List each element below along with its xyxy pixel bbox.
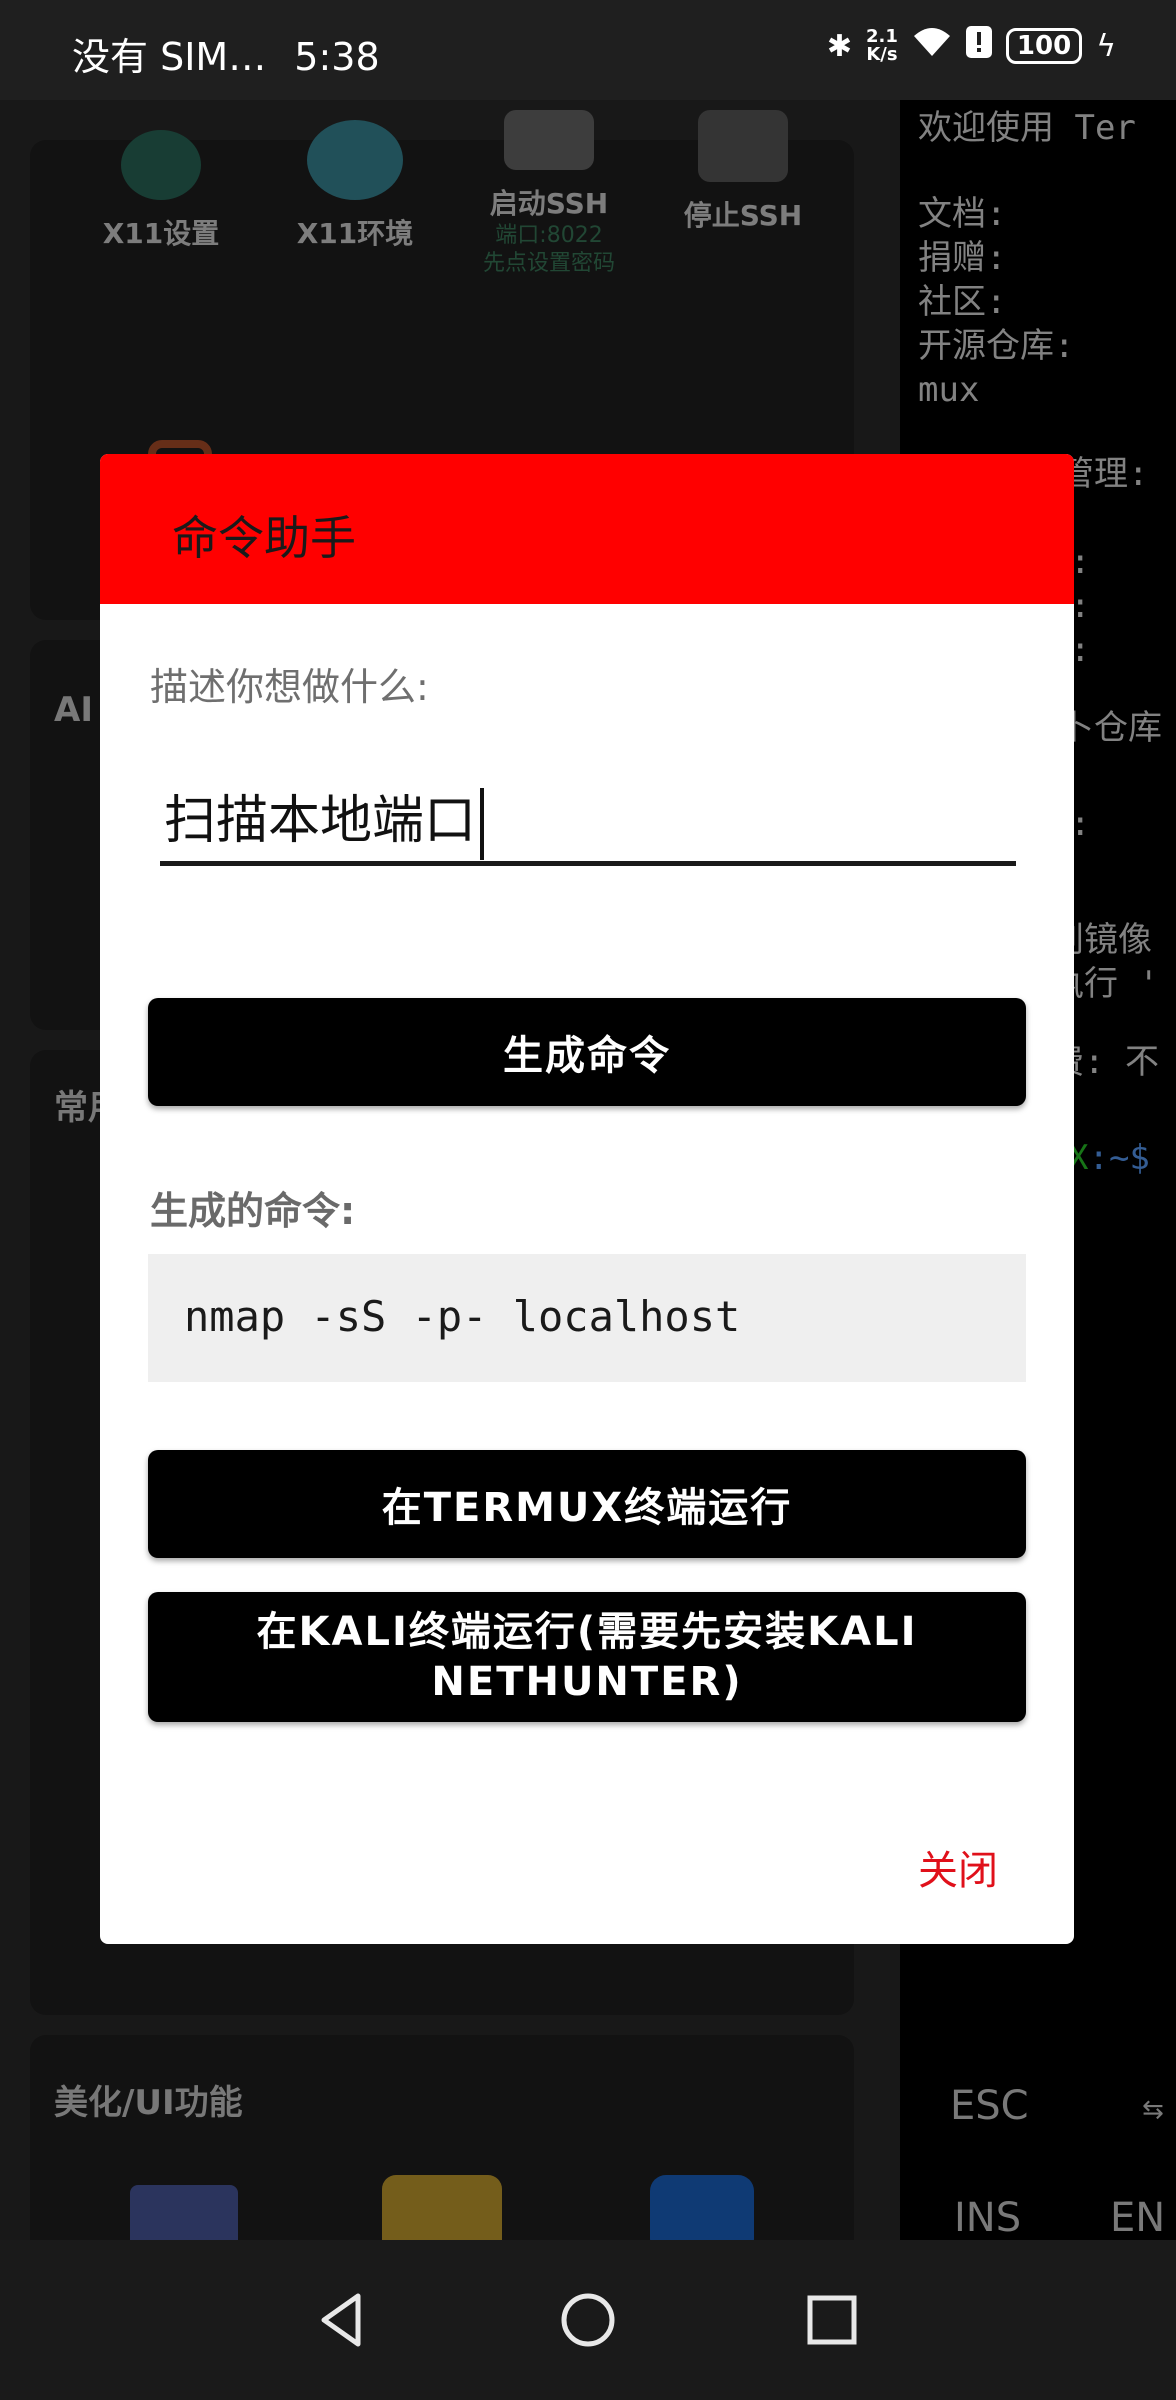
output-label: 生成的命令: — [150, 1189, 356, 1233]
battery-level: 100 — [1005, 28, 1083, 64]
navigation-bar — [0, 2240, 1176, 2400]
prompt-label: 描述你想做什么: — [150, 665, 429, 709]
text-caret — [480, 788, 485, 860]
back-icon[interactable] — [310, 2288, 374, 2352]
dialog-title: 命令助手 — [172, 511, 356, 565]
description-input-value: 扫描本地端口 — [164, 778, 485, 860]
carrier-text: 没有 SIM… — [72, 35, 267, 79]
status-bar: 没有 SIM… 5:38 ✱ 2.1 K/s 100 ϟ — [0, 0, 1176, 100]
close-button[interactable]: 关闭 — [918, 1838, 998, 1896]
network-speed: 2.1 K/s — [866, 28, 898, 64]
charging-icon: ϟ — [1096, 28, 1116, 64]
wifi-icon — [912, 26, 952, 66]
network-speed-unit: K/s — [866, 44, 898, 65]
generated-command-text: nmap -sS -p- localhost — [184, 1292, 741, 1341]
description-input-text: 扫描本地端口 — [164, 791, 477, 851]
alert-icon — [965, 26, 992, 66]
command-assistant-dialog: 命令助手 描述你想做什么: 扫描本地端口 生成命令 生成的命令: nmap -s… — [100, 454, 1074, 1944]
description-input[interactable]: 扫描本地端口 — [160, 772, 1016, 866]
status-left: 没有 SIM… 5:38 — [72, 26, 380, 81]
dialog-header: 命令助手 — [100, 454, 1074, 604]
bluetooth-icon: ✱ — [826, 28, 853, 64]
home-icon[interactable] — [556, 2288, 620, 2352]
recents-icon[interactable] — [800, 2288, 864, 2352]
generated-command-box[interactable]: nmap -sS -p- localhost — [148, 1254, 1026, 1382]
clock: 5:38 — [294, 35, 380, 79]
generate-command-button[interactable]: 生成命令 — [148, 998, 1026, 1106]
run-in-kali-button[interactable]: 在KALI终端运行(需要先安装KALI NETHUNTER) — [148, 1592, 1026, 1722]
status-right: ✱ 2.1 K/s 100 ϟ — [827, 26, 1116, 66]
run-in-termux-button[interactable]: 在TERMUX终端运行 — [148, 1450, 1026, 1558]
